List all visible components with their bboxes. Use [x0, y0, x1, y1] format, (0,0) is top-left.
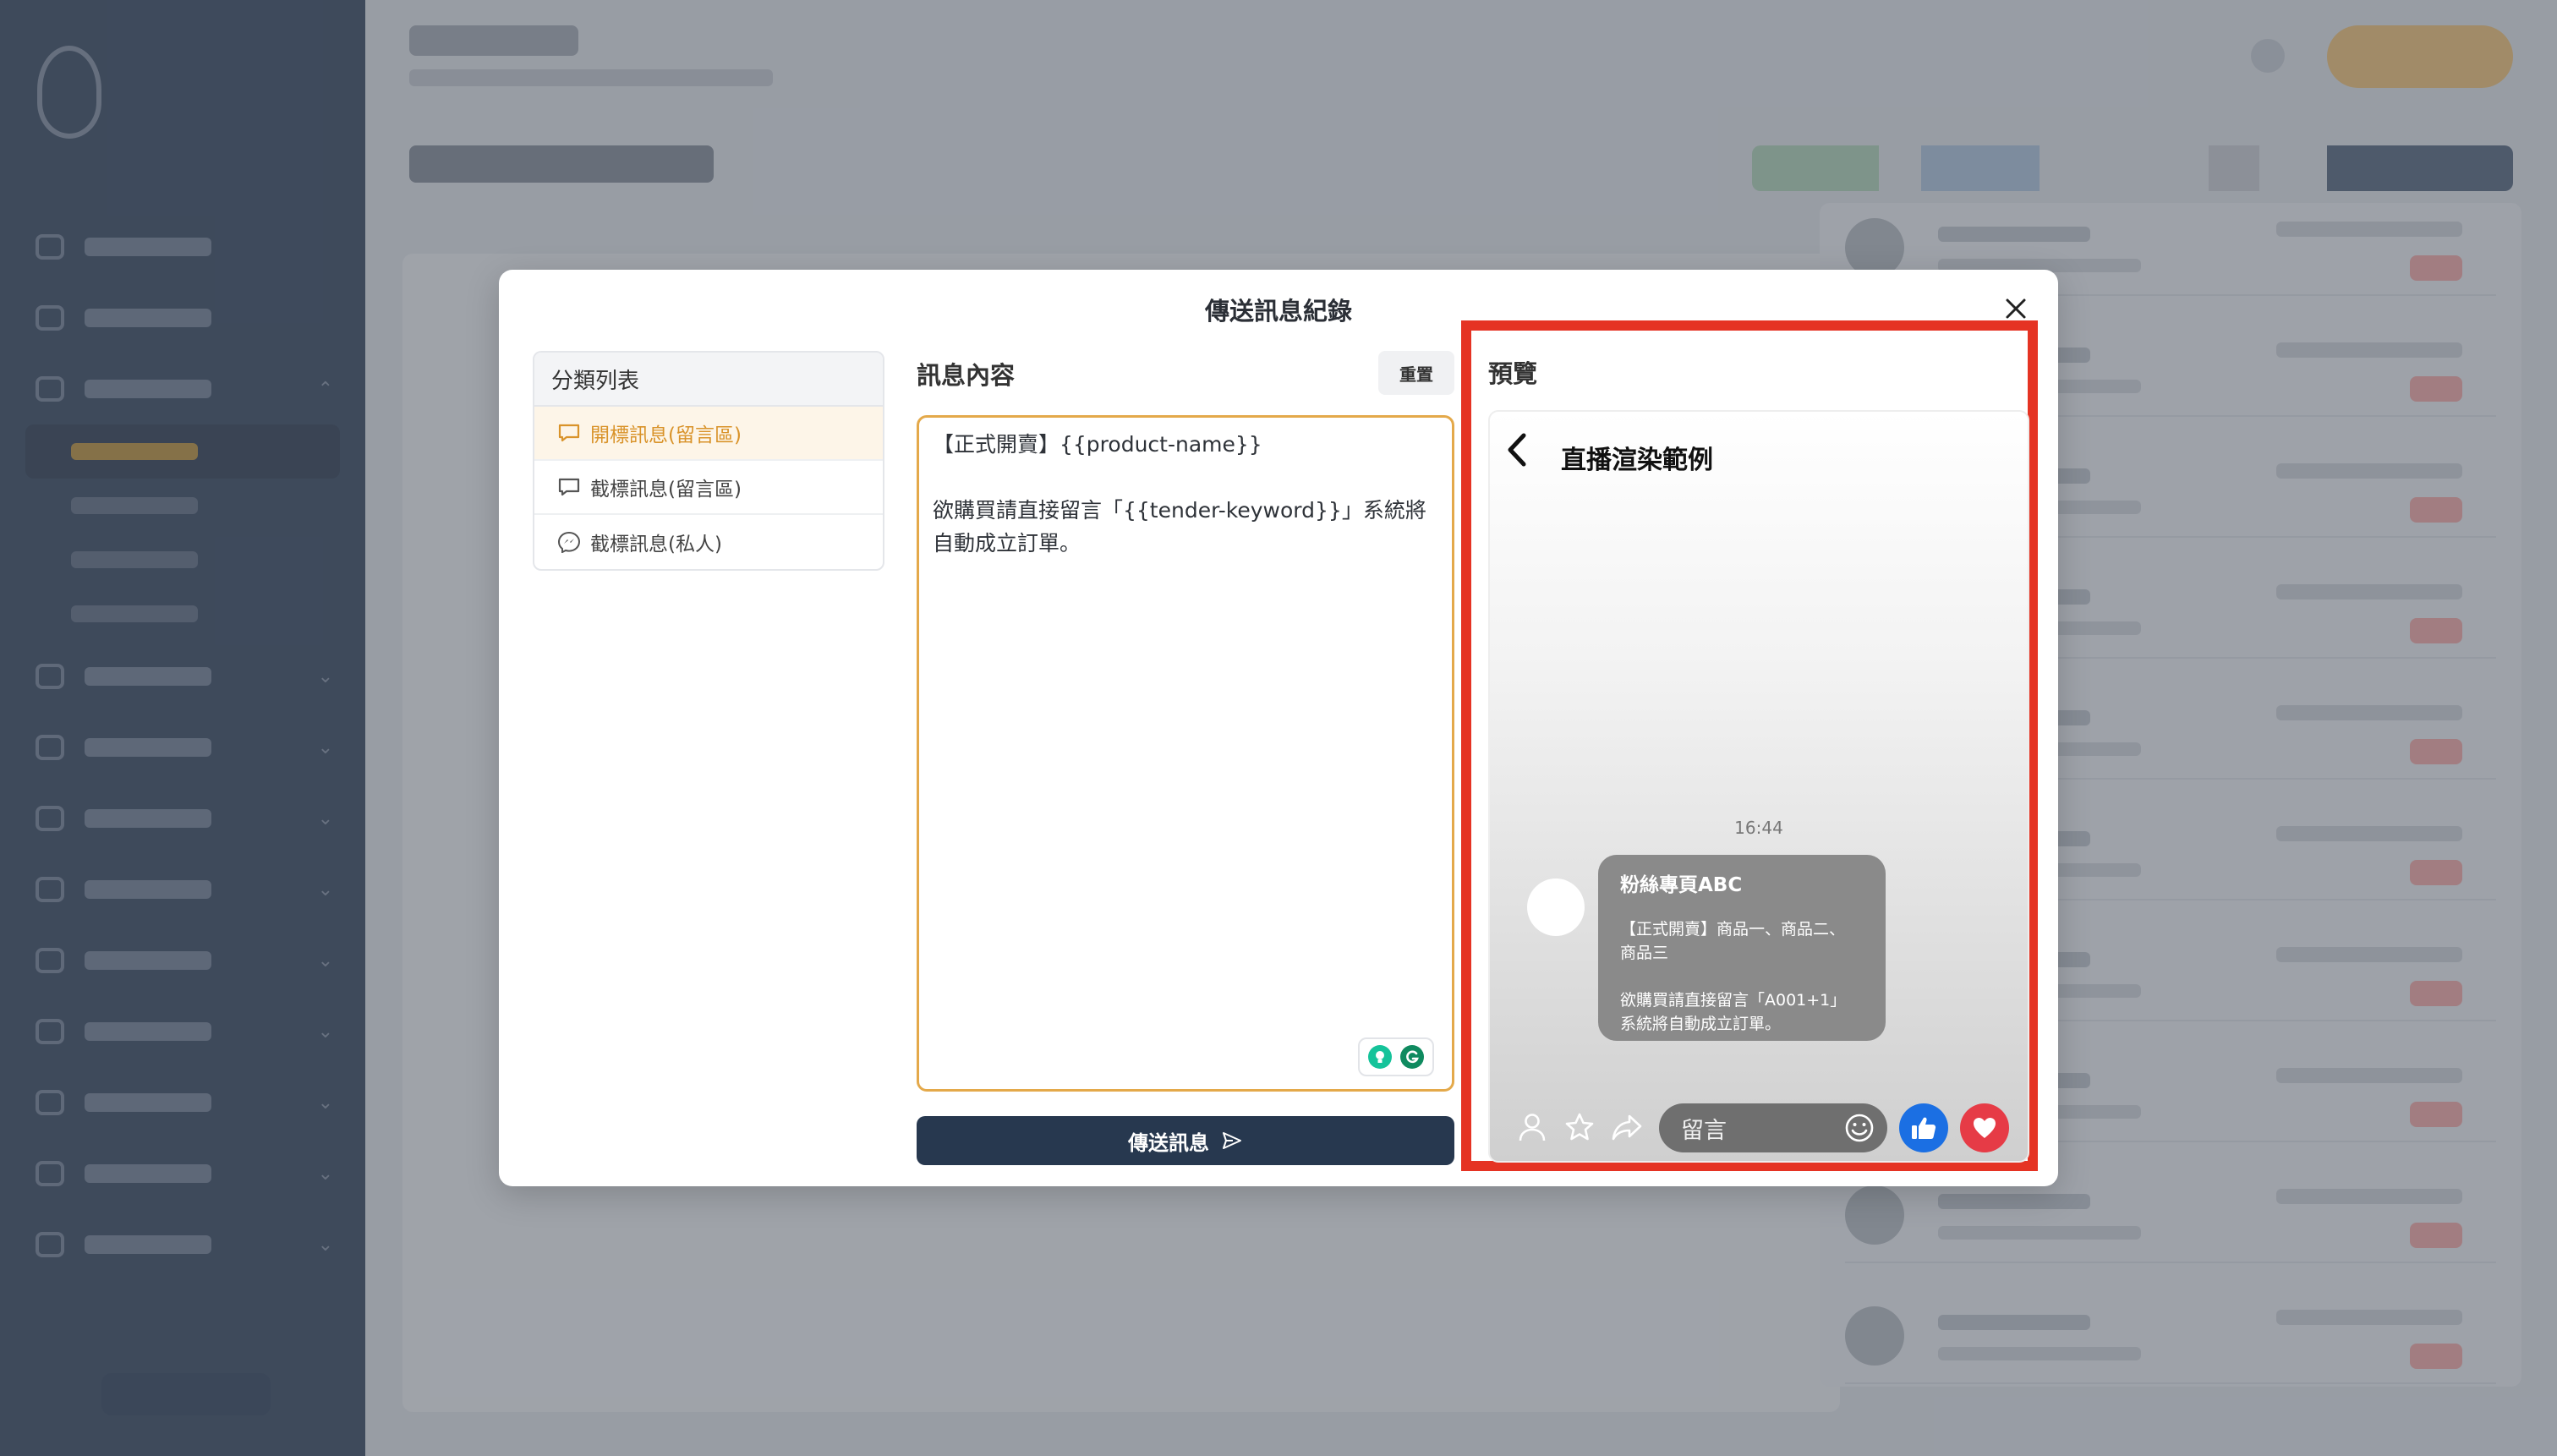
back-arrow-icon[interactable] [1505, 432, 1539, 483]
category-item-label: 截標訊息(私人) [590, 534, 722, 556]
grammarly-widget[interactable] [1358, 1037, 1434, 1076]
comment-input[interactable]: 留言 [1659, 1103, 1887, 1152]
preview-label: 預覽 [1488, 359, 1538, 388]
category-list-header: 分類列表 [534, 353, 883, 407]
category-item-label: 開標訊息(留言區) [590, 424, 742, 446]
preview-timestamp: 16:44 [1734, 818, 1783, 838]
category-item-label: 截標訊息(留言區) [590, 479, 742, 501]
send-icon [1223, 1132, 1241, 1149]
category-item-close-comment[interactable]: 截標訊息(留言區) [534, 461, 883, 515]
heart-icon[interactable] [1960, 1103, 2009, 1152]
avatar [1527, 879, 1585, 936]
category-item-close-private[interactable]: 截標訊息(私人) [534, 515, 883, 569]
lightbulb-icon[interactable] [1368, 1045, 1392, 1069]
send-button-label: 傳送訊息 [1128, 1130, 1209, 1155]
bubble-message-text: 【正式開賣】商品一、商品二、 商品三 欲購買請直接留言「A001+1」 系統將自… [1620, 920, 1847, 1033]
messenger-icon [556, 531, 582, 553]
star-icon[interactable] [1561, 1108, 1598, 1146]
category-item-open-comment[interactable]: 開標訊息(留言區) [534, 407, 883, 461]
grammarly-icon[interactable] [1400, 1045, 1424, 1069]
bubble-sender-name: 粉絲專頁ABC [1620, 874, 1743, 896]
share-icon[interactable] [1608, 1108, 1645, 1146]
send-message-button[interactable]: 傳送訊息 [917, 1116, 1454, 1165]
preview-message-bubble: 粉絲專頁ABC 【正式開賣】商品一、商品二、 商品三 欲購買請直接留言「A001… [1598, 855, 1886, 1041]
message-content-textarea[interactable]: 【正式開賣】{{product-name}} 欲購買請直接留言「{{tender… [917, 415, 1454, 1092]
send-message-modal: 傳送訊息紀錄 分類列表 開標訊息(留言區) 截標訊息(留言區) 截標訊息(私人)… [499, 270, 2058, 1186]
live-preview-phone: 直播渲染範例 16:44 粉絲專頁ABC 【正式開賣】商品一、商品二、 商品三 … [1488, 410, 2029, 1163]
emoji-icon[interactable] [1843, 1112, 1875, 1144]
category-list: 分類列表 開標訊息(留言區) 截標訊息(留言區) 截標訊息(私人) [533, 351, 884, 571]
close-icon [2006, 298, 2026, 319]
thumbs-up-icon[interactable] [1899, 1103, 1948, 1152]
comment-icon [556, 476, 582, 498]
comment-icon [556, 422, 582, 444]
message-content-label: 訊息內容 [917, 361, 1016, 390]
reset-button[interactable]: 重置 [1378, 351, 1454, 395]
preview-header-title: 直播渲染範例 [1561, 446, 1713, 475]
comment-placeholder: 留言 [1681, 1117, 1727, 1144]
person-icon[interactable] [1514, 1108, 1551, 1146]
preview-action-bar: 留言 [1490, 1097, 2028, 1156]
